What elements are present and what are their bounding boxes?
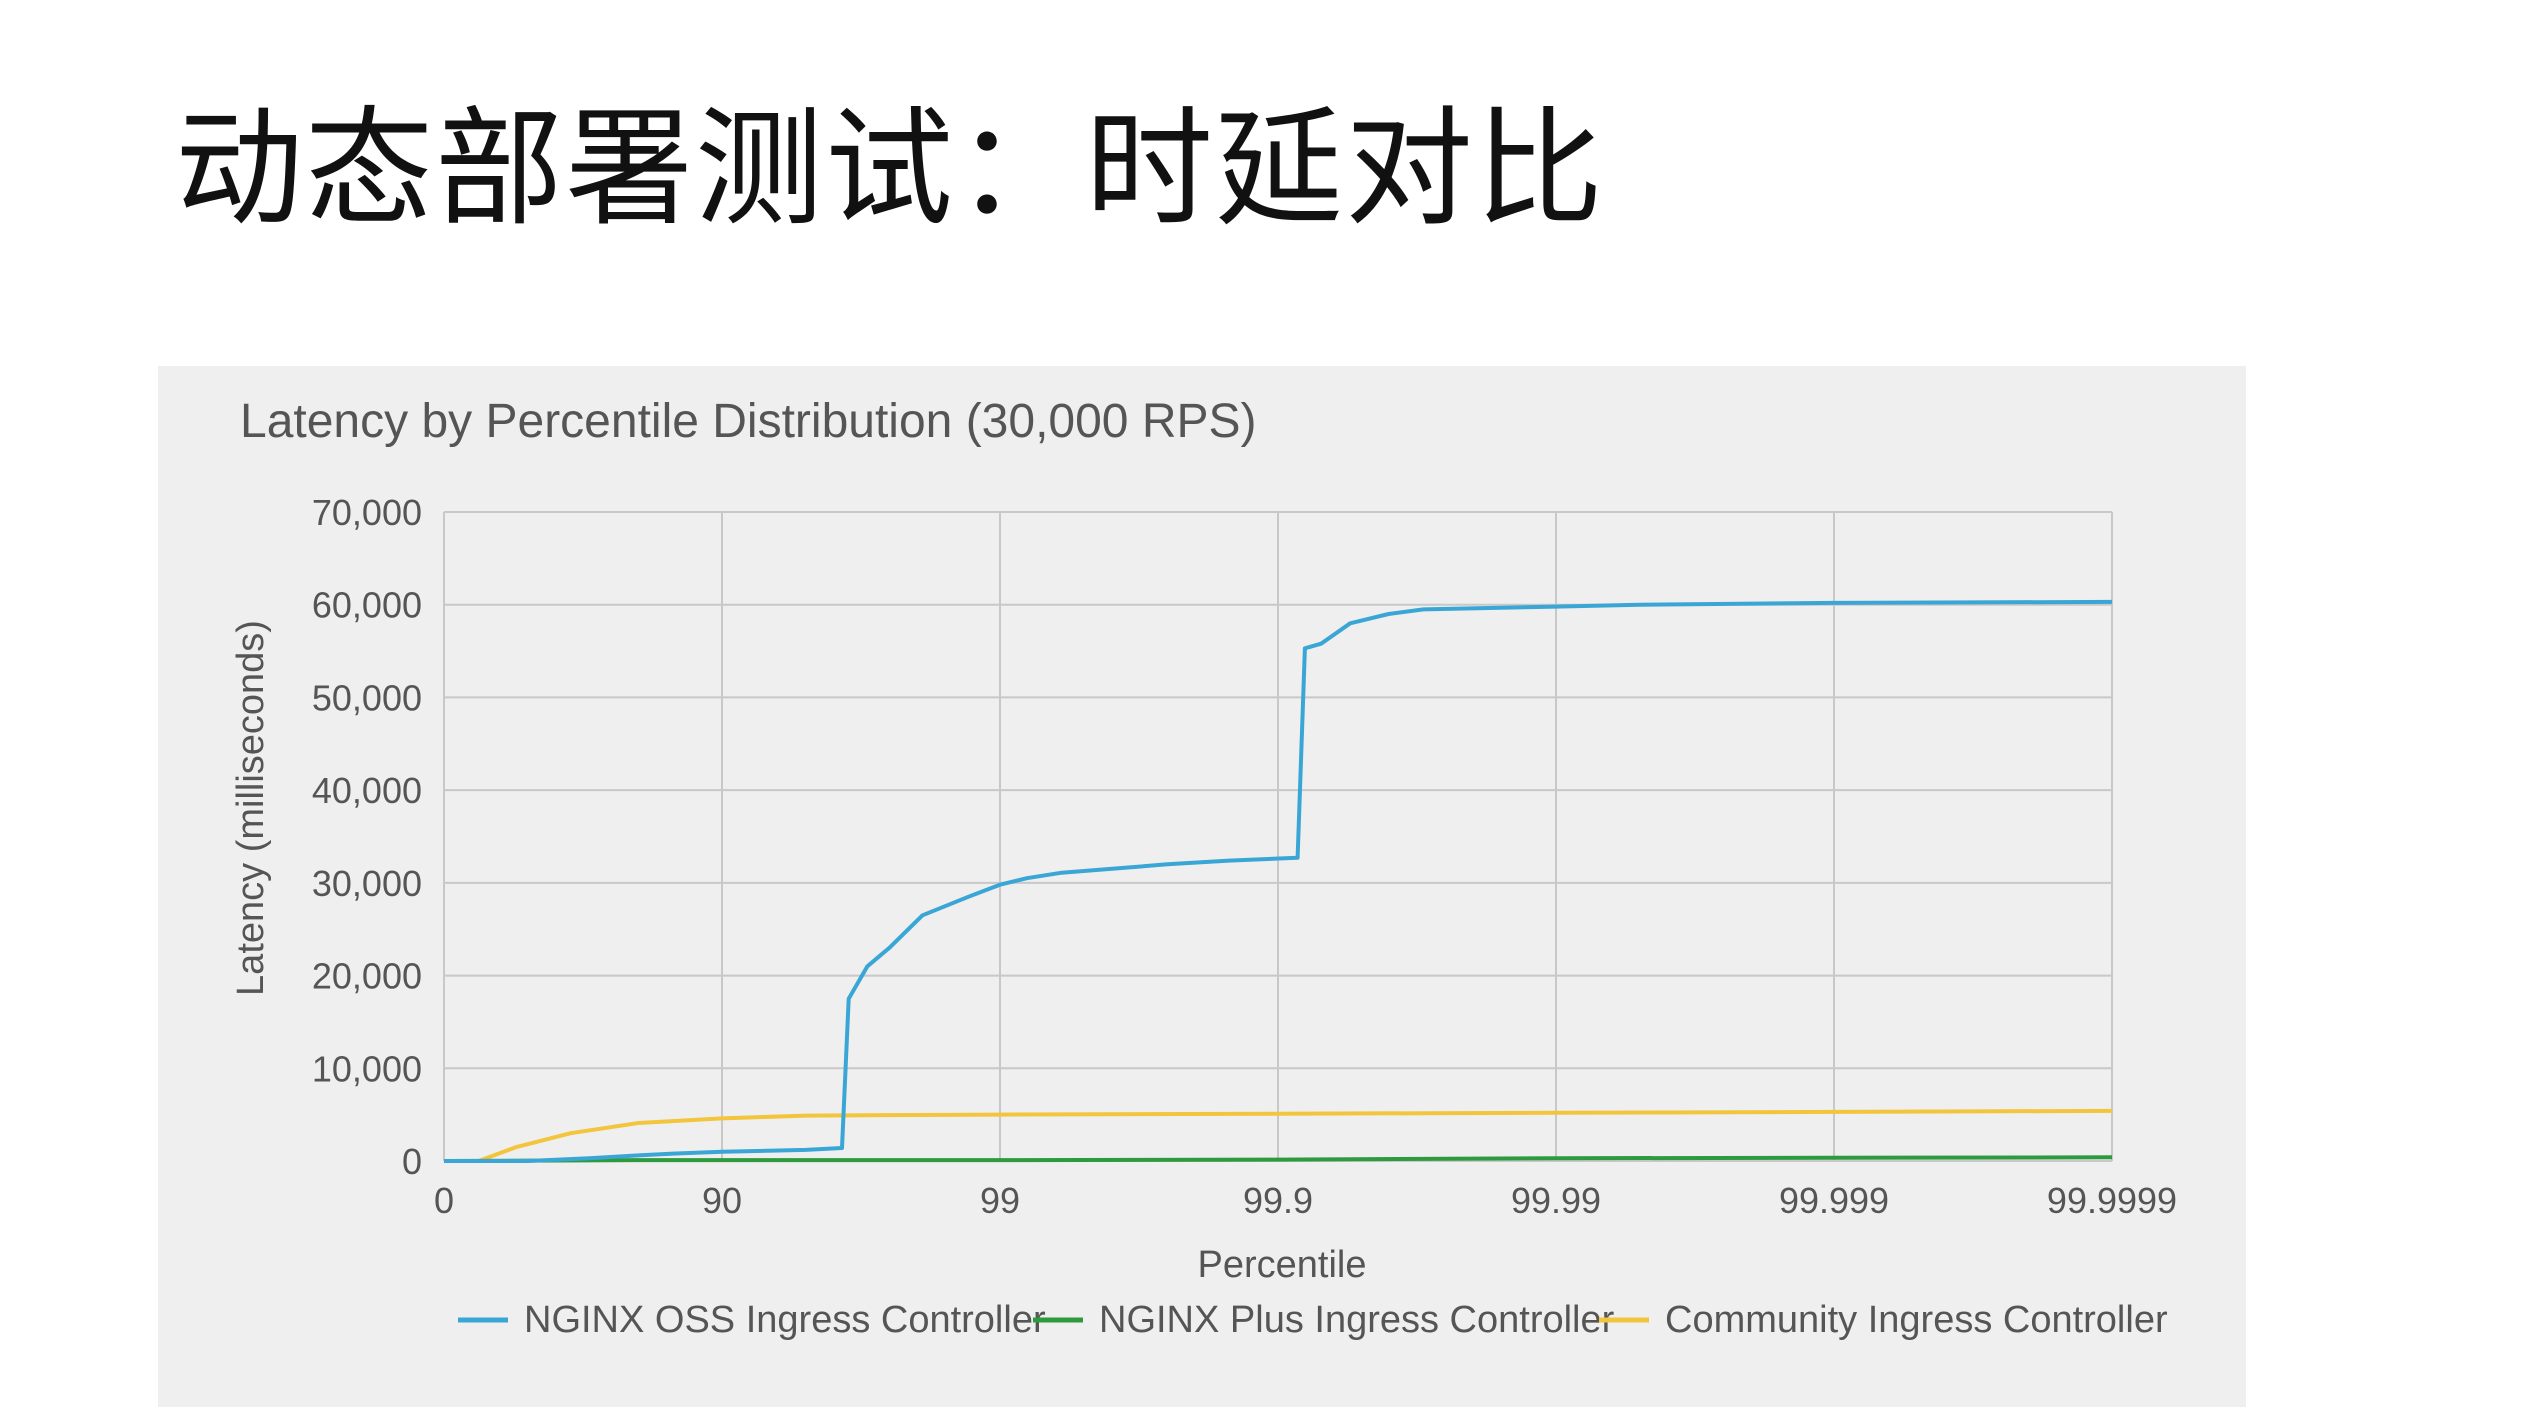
- chart-title: Latency by Percentile Distribution (30,0…: [240, 395, 1257, 448]
- legend: NGINX OSS Ingress Controller NGINX Plus I…: [458, 1299, 2168, 1341]
- legend-label: NGINX Plus Ingress Controller: [1099, 1299, 1615, 1341]
- y-tick-label: 50,000: [312, 677, 422, 718]
- y-tick-label: 60,000: [312, 585, 422, 626]
- x-tick-label: 99.9: [1243, 1180, 1313, 1221]
- x-tick-label: 0: [434, 1180, 454, 1221]
- y-tick-label: 40,000: [312, 770, 422, 811]
- x-axis-label: Percentile: [1198, 1244, 1367, 1286]
- y-tick-label: 20,000: [312, 956, 422, 997]
- legend-label: Community Ingress Controller: [1665, 1299, 2168, 1341]
- latency-chart: Latency by Percentile Distribution (30,0…: [230, 395, 2177, 1341]
- y-axis-ticks: 0 10,000 20,000 30,000 40,000 50,000 60,000 70,…: [312, 492, 422, 1182]
- y-tick-label: 10,000: [312, 1048, 422, 1089]
- y-tick-label: 30,000: [312, 863, 422, 904]
- x-tick-label: 99.999: [1779, 1180, 1889, 1221]
- x-tick-label: 99: [980, 1180, 1020, 1221]
- y-axis-label: Latency (milliseconds): [230, 620, 272, 996]
- y-tick-label: 0: [402, 1141, 422, 1182]
- slide-title: 动态部署测试：时延对比: [175, 95, 1606, 244]
- legend-label: NGINX OSS Ingress Controller: [524, 1299, 1046, 1341]
- y-tick-label: 70,000: [312, 492, 422, 533]
- x-tick-label: 90: [702, 1180, 742, 1221]
- x-tick-label: 99.99: [1511, 1180, 1601, 1221]
- x-tick-label: 99.9999: [2047, 1180, 2177, 1221]
- grid: [443, 511, 2113, 1162]
- chart-panel: Latency by Percentile Distribution (30,0…: [158, 366, 2246, 1407]
- x-axis-ticks: 0 90 99 99.9 99.99 99.999 99.9999: [434, 1180, 2177, 1221]
